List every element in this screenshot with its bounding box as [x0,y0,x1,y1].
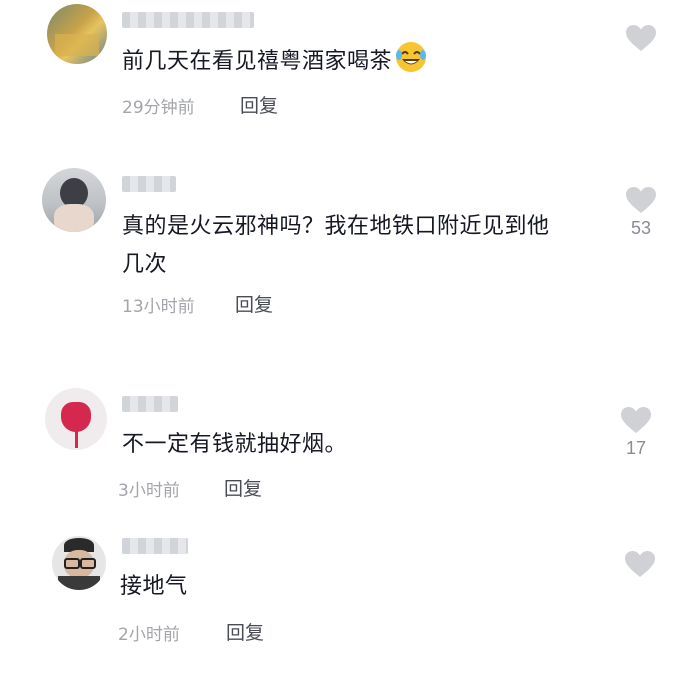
comment-text: 前几天在看见禧粤酒家喝茶 [122,40,582,81]
reply-button[interactable]: 回复 [240,91,278,118]
comment-text-body: 接地气 [120,574,188,599]
heart-icon [621,407,651,433]
comment-item: 前几天在看见禧粤酒家喝茶 29分钟前 回复 [0,0,700,140]
heart-icon [625,551,655,577]
like-count: 53 [630,218,652,238]
comment-text: 真的是火云邪神吗？我在地铁口附近见到他 几次 [122,208,602,284]
comment-text-line: 真的是火云邪神吗？我在地铁口附近见到他 [122,214,550,239]
timestamp: 13小时前 [122,297,195,317]
comment-item: 不一定有钱就抽好烟。 3小时前 回复 17 [0,380,700,510]
reply-button[interactable]: 回复 [235,290,273,317]
avatar[interactable] [52,536,106,590]
comment-text: 不一定有钱就抽好烟。 [122,426,582,464]
like-button[interactable]: 17 [614,406,658,459]
username[interactable] [122,12,254,28]
username[interactable] [122,176,176,192]
timestamp: 2小时前 [118,625,180,645]
heart-icon [626,25,656,51]
like-button[interactable]: 53 [619,186,663,239]
like-button[interactable] [619,24,663,52]
comment-item: 真的是火云邪神吗？我在地铁口附近见到他 几次 13小时前 回复 53 [0,160,700,340]
timestamp: 29分钟前 [122,98,195,118]
comment-text-line: 几次 [122,252,168,277]
username[interactable] [122,396,178,412]
timestamp: 3小时前 [118,481,180,501]
avatar[interactable] [47,4,107,64]
reply-button[interactable]: 回复 [224,474,262,501]
heart-icon [626,187,656,213]
username[interactable] [122,538,188,554]
avatar[interactable] [45,388,107,450]
comment-text: 接地气 [120,568,420,606]
comment-item: 接地气 2小时前 回复 [0,526,700,676]
like-button[interactable] [618,550,662,578]
avatar[interactable] [42,168,106,232]
comment-text-body: 不一定有钱就抽好烟。 [122,432,348,457]
comment-text-body: 前几天在看见禧粤酒家喝茶 [122,49,393,74]
reply-button[interactable]: 回复 [226,618,264,645]
rofl-emoji-icon [396,42,427,72]
like-count: 17 [625,438,647,458]
